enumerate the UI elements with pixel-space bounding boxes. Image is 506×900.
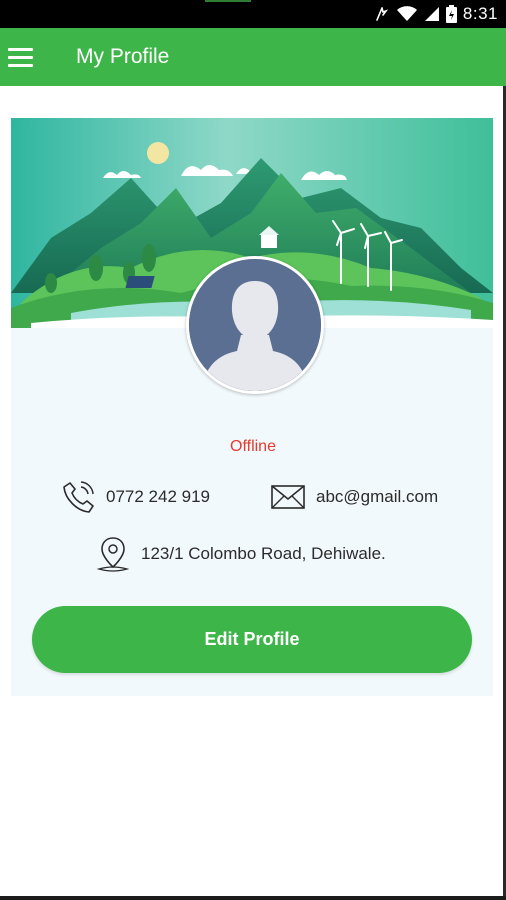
wifi-icon (396, 6, 417, 21)
screen-bottom-edge (0, 896, 506, 900)
phone-contact[interactable]: 0772 242 919 (60, 478, 210, 516)
phone-number: 0772 242 919 (106, 487, 210, 506)
status-notch (205, 0, 251, 2)
page-title: My Profile (76, 45, 170, 68)
avatar[interactable] (186, 256, 324, 394)
online-status: Offline (230, 438, 276, 455)
status-icons: 8:31 (374, 3, 498, 25)
signal-icon (424, 7, 439, 21)
status-bar: 8:31 (0, 0, 506, 28)
address-contact[interactable]: 123/1 Colombo Road, Dehiwale. (95, 535, 386, 573)
address-text: 123/1 Colombo Road, Dehiwale. (141, 544, 386, 563)
location-pin-icon (96, 537, 130, 572)
phone-icon (63, 481, 94, 513)
email-contact[interactable]: abc@gmail.com (270, 478, 438, 516)
edit-profile-button[interactable]: Edit Profile (32, 606, 472, 673)
battery-icon (445, 5, 457, 23)
hamburger-menu-icon[interactable] (4, 38, 42, 76)
app-bar: My Profile (0, 28, 506, 86)
email-address: abc@gmail.com (316, 487, 439, 506)
vibrate-icon (376, 7, 389, 21)
status-time: 8:31 (462, 4, 498, 23)
email-icon (271, 485, 305, 509)
